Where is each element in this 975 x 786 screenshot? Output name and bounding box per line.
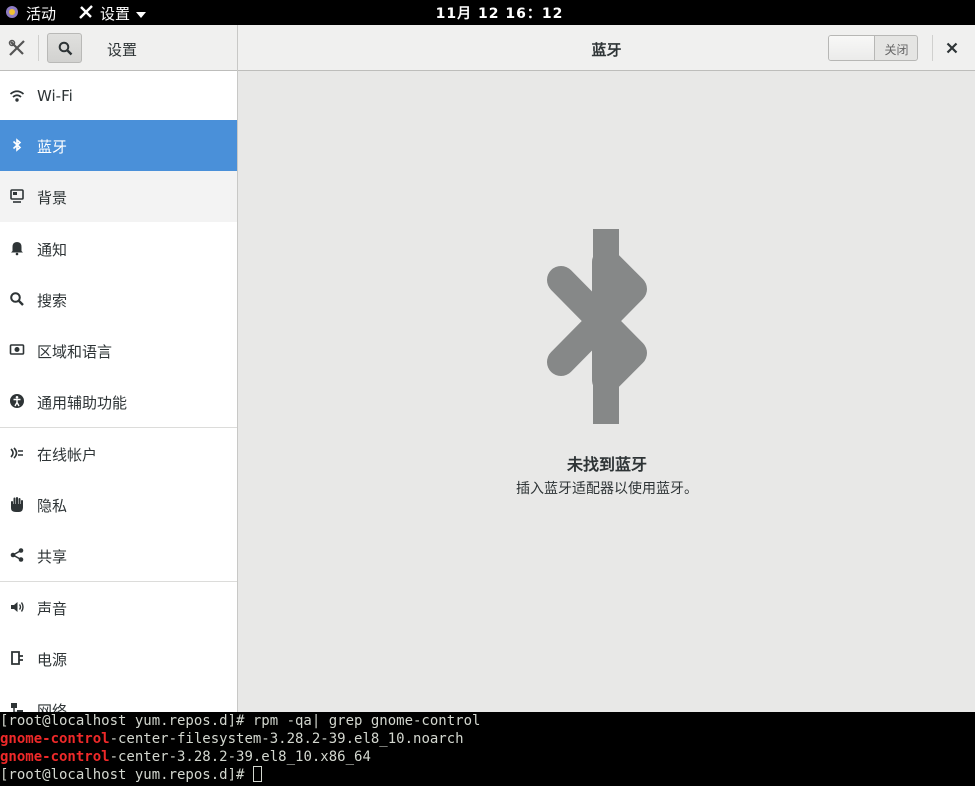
terminal-line: gnome-control-center-filesystem-3.28.2-3…: [0, 730, 464, 748]
sidebar-item-background[interactable]: 背景: [0, 171, 237, 222]
sidebar-item-power[interactable]: 电源: [0, 633, 237, 684]
terminal-line: gnome-control-center-3.28.2-39.el8_10.x8…: [0, 748, 371, 766]
terminal-highlight: gnome-control: [0, 749, 110, 765]
network-icon: [11, 703, 23, 712]
clock[interactable]: 11月 12 16：12: [436, 6, 564, 22]
sidebar-item-label: 搜索: [37, 292, 68, 310]
sidebar-item-label: 共享: [37, 548, 68, 566]
sidebar-item-wifi[interactable]: Wi-Fi: [0, 71, 237, 122]
tools-icon: [78, 4, 94, 24]
sidebar-header: 设置: [0, 25, 238, 71]
sidebar-item-accessibility[interactable]: 通用辅助功能: [0, 376, 237, 427]
power-icon: [11, 651, 23, 665]
search-icon: [58, 41, 73, 56]
sidebar-item-label: 隐私: [37, 497, 68, 515]
sidebar-item-sharing[interactable]: 共享: [0, 530, 237, 581]
top-bar: 活动 设置 11月 12 16：12: [0, 0, 975, 25]
sidebar-item-label: 网络: [37, 702, 68, 712]
terminal-highlight: gnome-control: [0, 731, 110, 747]
page-title: 蓝牙: [591, 41, 622, 59]
sidebar-item-network[interactable]: 网络: [0, 684, 237, 712]
background-icon: [10, 189, 24, 203]
share-icon: [10, 548, 24, 562]
search-toggle-button[interactable]: [47, 33, 82, 63]
sidebar-item-label: 电源: [37, 651, 68, 669]
sidebar-item-online-accounts[interactable]: 在线帐户: [0, 428, 237, 479]
search-icon: [10, 292, 24, 306]
bluetooth-icon: [12, 138, 22, 152]
app-menu[interactable]: 设置: [78, 3, 147, 24]
sidebar-title: 设置: [107, 41, 138, 59]
online-accounts-icon: [10, 447, 23, 459]
sidebar-item-region[interactable]: 区域和语言: [0, 325, 237, 376]
terminal-prompt-line: [root@localhost yum.repos.d]#: [0, 766, 262, 784]
sidebar-item-label: Wi-Fi: [37, 87, 73, 105]
terminal-line: [root@localhost yum.repos.d]# rpm -qa| g…: [0, 713, 481, 729]
header-separator-right: [932, 35, 933, 61]
sidebar-item-label: 通知: [37, 241, 68, 259]
activities-button[interactable]: 活动: [4, 3, 56, 24]
speaker-icon: [11, 602, 24, 612]
hand-icon: [11, 497, 23, 512]
toggle-label: 关闭: [884, 43, 909, 57]
activities-label: 活动: [26, 5, 57, 23]
activities-icon: [4, 4, 20, 24]
app-menu-label: 设置: [100, 5, 131, 23]
sidebar-item-label: 区域和语言: [37, 343, 113, 361]
bluetooth-toggle[interactable]: 关闭: [828, 35, 918, 61]
bluetooth-panel: 未找到蓝牙 插入蓝牙适配器以使用蓝牙。: [239, 72, 975, 712]
close-button[interactable]: [942, 38, 962, 58]
chevron-down-icon: [136, 5, 147, 23]
sidebar: Wi-Fi 蓝牙 背景 通知 搜索 区域和语言 通用辅助功能 在线帐户 隐私 共…: [0, 71, 238, 712]
sidebar-item-label: 声音: [37, 600, 68, 618]
settings-tools-icon[interactable]: [8, 39, 26, 57]
bell-icon: [11, 242, 23, 256]
window-header: 设置 蓝牙 关闭: [0, 25, 975, 71]
wifi-icon: [9, 90, 25, 102]
terminal-text: -center-filesystem-3.28.2-39.el8_10.noar…: [109, 731, 464, 747]
toggle-knob: [829, 36, 875, 60]
sidebar-item-search[interactable]: 搜索: [0, 274, 237, 325]
header-separator: [38, 35, 39, 61]
close-icon: [946, 42, 958, 54]
sidebar-item-sound[interactable]: 声音: [0, 582, 237, 633]
sidebar-item-label: 蓝牙: [37, 138, 68, 156]
accessibility-icon: [10, 394, 24, 408]
terminal-prompt: [root@localhost yum.repos.d]#: [0, 767, 253, 783]
sidebar-item-label: 在线帐户: [37, 446, 98, 464]
region-icon: [9, 344, 25, 355]
terminal-text: -center-3.28.2-39.el8_10.x86_64: [109, 749, 371, 765]
sidebar-item-privacy[interactable]: 隐私: [0, 479, 237, 530]
empty-state-title: 未找到蓝牙: [566, 455, 647, 474]
sidebar-item-label: 背景: [37, 189, 68, 207]
sidebar-item-label: 通用辅助功能: [37, 394, 128, 412]
bluetooth-large-icon: [547, 229, 647, 424]
terminal-cursor[interactable]: [252, 766, 262, 782]
sidebar-item-bluetooth[interactable]: 蓝牙: [0, 120, 237, 171]
empty-state-subtitle: 插入蓝牙适配器以使用蓝牙。: [516, 481, 698, 497]
sidebar-item-notifications[interactable]: 通知: [0, 223, 237, 274]
terminal-window[interactable]: [root@localhost yum.repos.d]# rpm -qa| g…: [0, 712, 975, 786]
